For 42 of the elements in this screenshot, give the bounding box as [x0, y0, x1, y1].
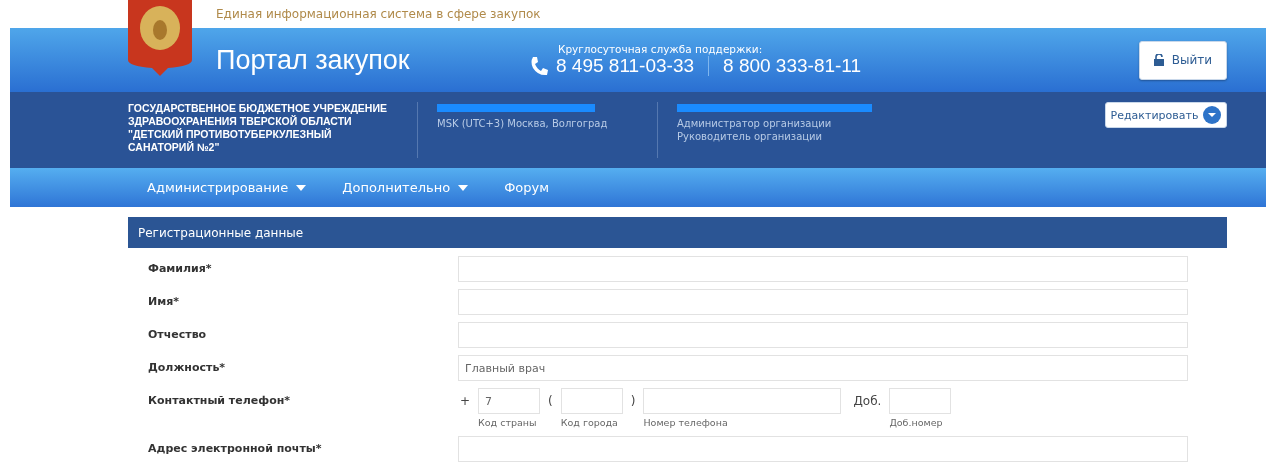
plus-sign: +: [460, 393, 471, 408]
section-title: Регистрационные данные: [128, 217, 1227, 248]
nav-menu-item[interactable]: Администрирование: [147, 180, 307, 195]
extension-label: Доб.: [853, 393, 882, 408]
field-label: Адрес электронной почты*: [147, 441, 323, 455]
field-label: Фамилия*: [147, 261, 213, 275]
input-field[interactable]: [643, 388, 842, 414]
site-tagline: Единая информационная система в сфере закупок: [216, 7, 541, 21]
lock-icon: [1153, 54, 1164, 66]
field-caption: Код страны: [478, 417, 538, 428]
logout-button[interactable]: Выйти: [1139, 40, 1227, 80]
field-label: Должность*: [147, 360, 227, 374]
field-caption: Номер телефона: [643, 417, 729, 428]
edit-button[interactable]: Редактировать: [1105, 102, 1227, 128]
input-field[interactable]: [560, 388, 623, 414]
timezone-text: MSK (UTC+3) Москва, Волгоград: [437, 118, 609, 129]
input-field[interactable]: [458, 322, 1188, 348]
input-field[interactable]: [458, 289, 1188, 315]
portal-title: Портал закупок: [216, 44, 411, 76]
input-field[interactable]: Главный врач: [458, 355, 1188, 381]
support-phone: 8 800 333-81-11: [723, 55, 862, 77]
close-parenthesis: ): [630, 393, 636, 408]
input-field[interactable]: 7: [478, 388, 541, 414]
role-text: Руководитель организации: [677, 131, 824, 142]
open-parenthesis: (: [548, 393, 553, 408]
field-label: Контактный телефон*: [147, 393, 292, 407]
field-label: Имя*: [147, 294, 180, 308]
dropdown-circle-icon: [1203, 106, 1222, 124]
field-label: Отчество: [147, 327, 208, 341]
input-field[interactable]: [458, 256, 1188, 282]
nav-menu-item[interactable]: Форум: [504, 180, 550, 195]
phone-icon: [530, 56, 548, 76]
input-field[interactable]: [889, 388, 952, 414]
emblem-icon: [128, 0, 192, 76]
support-label: Круглосуточная служба поддержки:: [558, 43, 764, 55]
input-field[interactable]: [458, 436, 1188, 462]
organization-name: ГОСУДАРСТВЕННОЕ БЮДЖЕТНОЕ УЧРЕЖДЕНИЕ ЗДРАВООХРАНЕНИЯ ТВЕРСКОЙ ОБЛАСТИ "ДЕТСКИЙ ПРОТИВОТУБЕРКУЛЕЗНЫЙ САНАТОРИЙ №2": [128, 102, 388, 154]
field-caption: Код города: [560, 417, 619, 428]
support-phone: 8 495 811-03-33: [556, 55, 695, 77]
role-text: Администратор организации: [677, 118, 833, 129]
nav-menu-item[interactable]: Дополнительно: [342, 180, 469, 195]
field-caption: Доб.номер: [889, 417, 944, 428]
